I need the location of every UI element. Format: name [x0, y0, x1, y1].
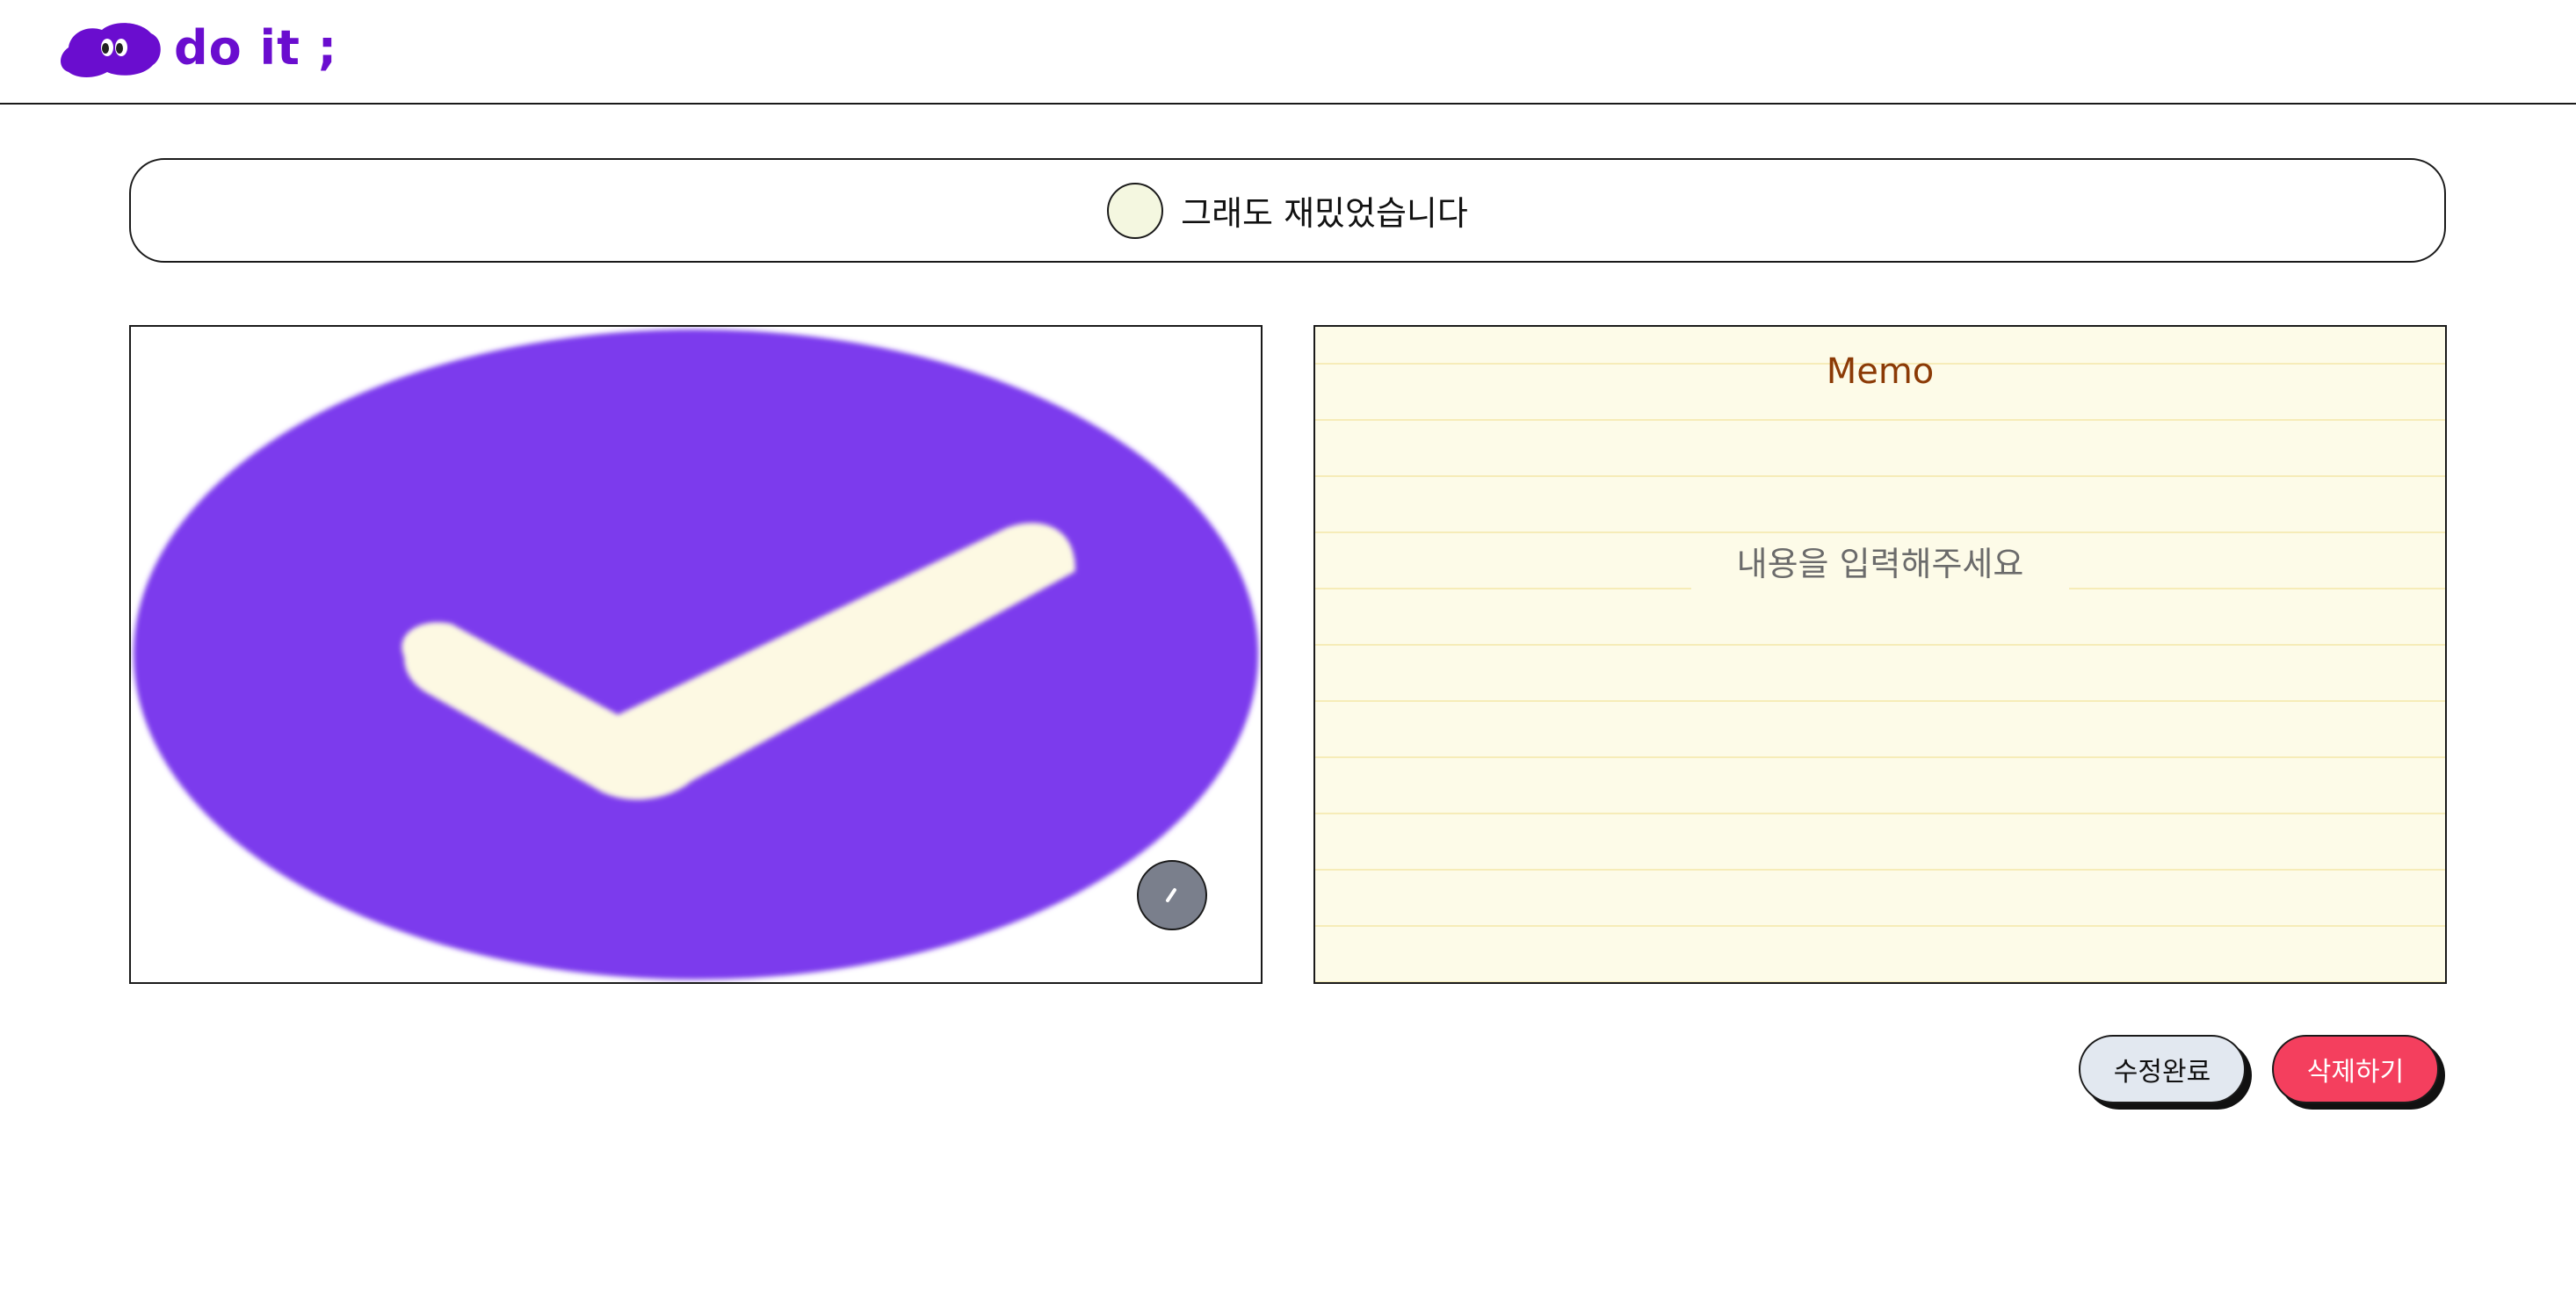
edit-image-button[interactable] [1137, 860, 1207, 930]
memo-title: Memo [1826, 351, 1935, 392]
pencil-icon [1166, 888, 1176, 902]
memo-input[interactable] [1691, 538, 2069, 590]
app-header: do it ; [0, 0, 2576, 105]
logo-wordmark: do it ; [174, 20, 338, 76]
delete-button[interactable]: 삭제하기 [2272, 1035, 2439, 1103]
memo-panel: Memo [1313, 325, 2447, 984]
task-title-bar: 그래도 재밌었습니다 [129, 158, 2446, 263]
save-edit-button[interactable]: 수정완료 [2079, 1035, 2246, 1103]
task-title: 그래도 재밌었습니다 [1181, 194, 1468, 233]
home-logo-link[interactable]: do it ; [56, 18, 337, 79]
check-circle-image [133, 329, 1259, 980]
task-image-panel [129, 325, 1263, 984]
cloud-eyes-logo-icon [61, 23, 161, 77]
task-complete-checkbox[interactable] [1107, 182, 1164, 239]
